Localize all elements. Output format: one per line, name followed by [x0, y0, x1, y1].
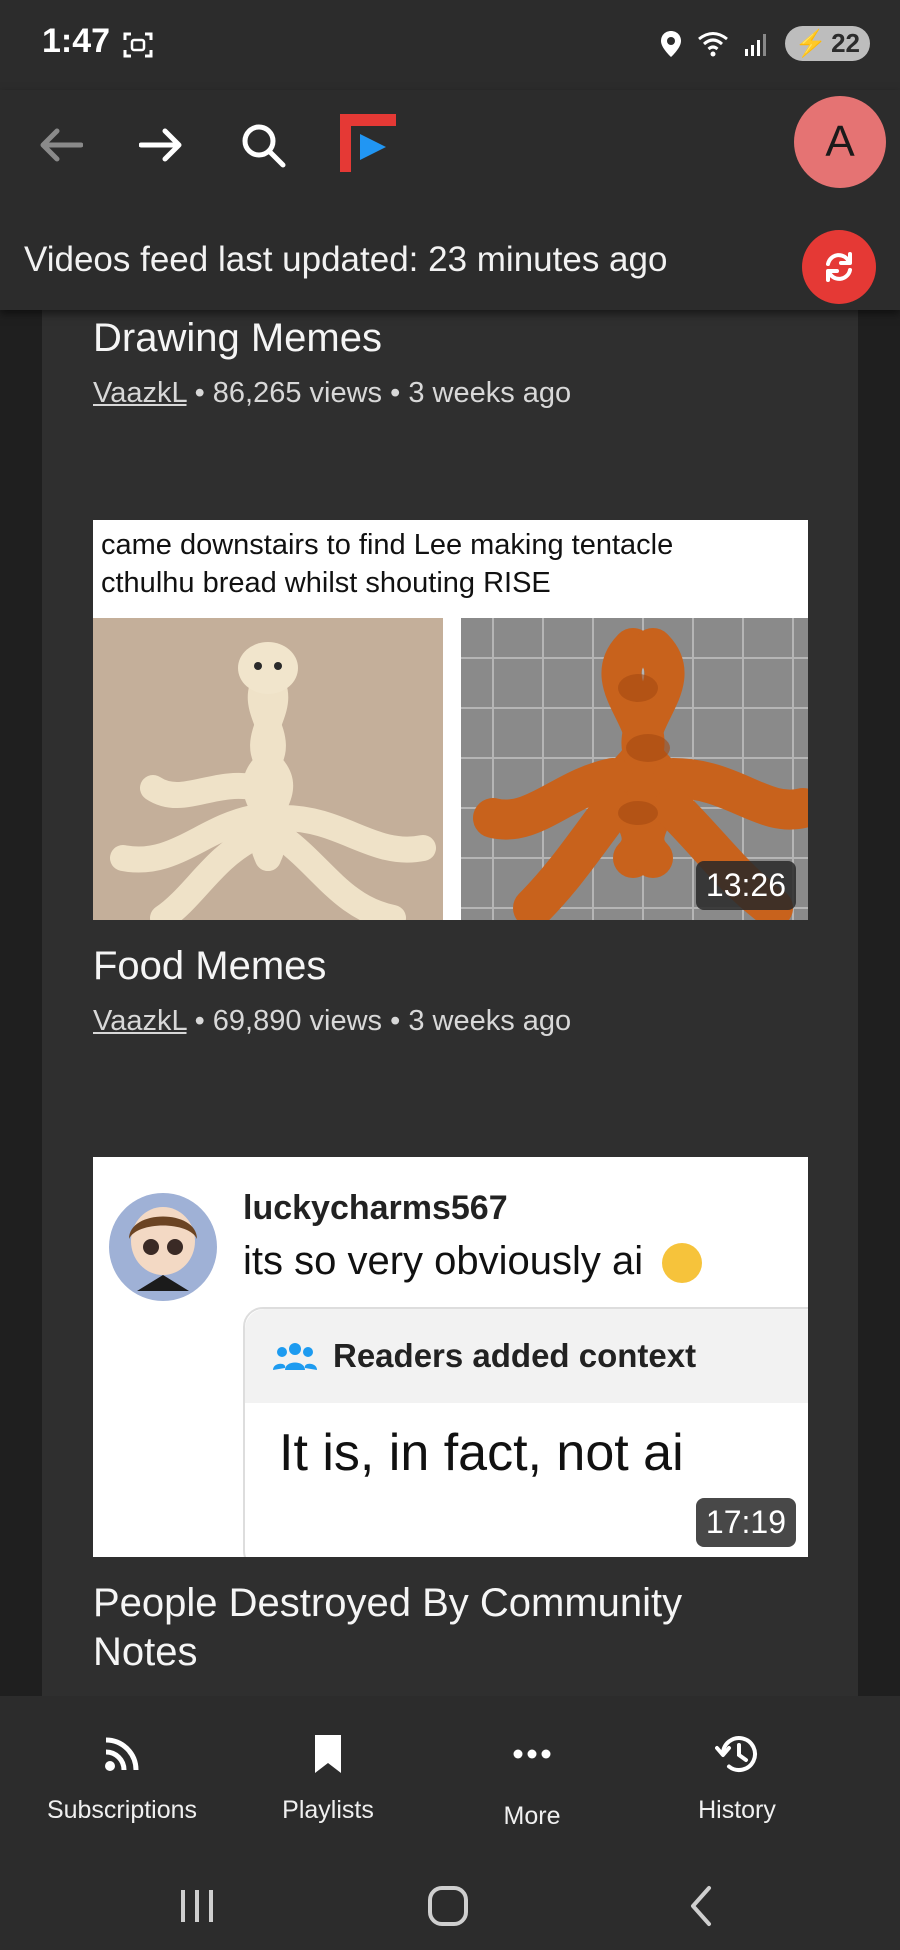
nav-history[interactable]: History	[637, 1726, 837, 1825]
nav-label: Playlists	[282, 1796, 374, 1824]
view-count: 86,265 views	[212, 377, 383, 409]
battery-indicator: ⚡ 22	[784, 26, 870, 61]
back-arrow-icon	[40, 128, 83, 162]
nav-label: More	[503, 1802, 561, 1830]
bottom-navigation: Subscriptions Playlists More History	[0, 1696, 900, 1950]
video-meta: VaazkL • 69,890 views • 3 weeks ago	[93, 1005, 809, 1038]
forward-button[interactable]	[127, 110, 197, 180]
nav-label: History	[698, 1796, 776, 1824]
video-duration: 13:26	[695, 861, 796, 910]
refresh-button[interactable]	[802, 230, 876, 304]
video-title-line: Notes	[93, 1630, 198, 1674]
user-avatar-image	[109, 1193, 217, 1301]
video-feed[interactable]: Drawing Memes VaazkL • 86,265 views • 3 …	[42, 310, 858, 1696]
status-time: 1:47	[42, 22, 111, 60]
meta-separator: •	[194, 1005, 205, 1037]
community-note-label: Readers added context	[333, 1337, 697, 1374]
video-title[interactable]: Drawing Memes	[93, 314, 809, 363]
post-text-content: its so very obviously ai	[243, 1239, 644, 1283]
wifi-icon	[697, 31, 728, 56]
forward-arrow-icon	[139, 128, 182, 162]
community-note-header: Readers added context	[245, 1309, 808, 1403]
app-bar: A Videos feed last updated: 23 minutes a…	[0, 90, 900, 310]
video-title[interactable]: People Destroyed By Community Notes	[93, 1579, 809, 1677]
video-thumbnail[interactable]: luckycharms567 its so very obviously ai …	[93, 1157, 808, 1557]
feed-update-status: Videos feed last updated: 23 minutes ago	[24, 240, 668, 279]
screenshot-icon	[123, 32, 153, 58]
video-title-line: People Destroyed By Community	[93, 1581, 683, 1625]
recent-apps-button[interactable]	[157, 1876, 237, 1936]
more-dots-icon	[513, 1749, 551, 1759]
nav-icon-wrap	[637, 1726, 837, 1782]
people-icon	[273, 1343, 317, 1370]
video-meta: VaazkL • 86,265 views • 3 weeks ago	[93, 377, 809, 410]
meta-separator: •	[194, 377, 205, 409]
post-text: its so very obviously ai	[243, 1239, 703, 1284]
post-username: luckycharms567	[243, 1189, 508, 1227]
charging-icon: ⚡	[794, 28, 828, 58]
nav-icon-wrap	[432, 1726, 632, 1782]
account-avatar[interactable]: A	[794, 96, 886, 188]
nav-more[interactable]: More	[432, 1726, 632, 1831]
channel-link[interactable]: VaazkL	[93, 1005, 187, 1037]
nav-subscriptions[interactable]: Subscriptions	[22, 1726, 222, 1825]
history-icon	[715, 1736, 757, 1772]
meta-separator: •	[390, 1005, 401, 1037]
video-item[interactable]: came downstairs to find Lee making tenta…	[93, 520, 809, 1038]
video-item[interactable]: luckycharms567 its so very obviously ai …	[93, 1157, 809, 1677]
search-button[interactable]	[228, 110, 298, 180]
video-thumbnail[interactable]: came downstairs to find Lee making tenta…	[93, 520, 808, 920]
thumbnail-caption-line: came downstairs to find Lee making tenta…	[101, 529, 674, 561]
battery-level: 22	[831, 28, 860, 58]
app-logo-icon	[340, 114, 396, 172]
crying-emoji-icon	[662, 1243, 703, 1284]
thumbnail-caption: came downstairs to find Lee making tenta…	[93, 520, 808, 618]
status-icons: ⚡ 22	[659, 26, 870, 61]
location-icon	[660, 30, 681, 57]
thumbnail-caption-line: cthulhu bread whilst shouting RISE	[101, 567, 551, 599]
system-back-button[interactable]	[660, 1876, 740, 1936]
home-button[interactable]	[408, 1876, 488, 1936]
app-logo[interactable]	[334, 108, 404, 178]
community-note-text: It is, in fact, not ai	[279, 1424, 684, 1482]
nav-playlists[interactable]: Playlists	[228, 1726, 428, 1825]
meta-separator: •	[390, 377, 401, 409]
search-icon	[242, 124, 286, 168]
nav-icon-wrap	[228, 1726, 428, 1782]
refresh-icon	[826, 252, 852, 282]
upload-age: 3 weeks ago	[408, 377, 572, 409]
video-duration: 17:19	[695, 1498, 796, 1547]
rss-icon	[105, 1737, 139, 1771]
upload-age: 3 weeks ago	[408, 1005, 572, 1037]
nav-icon-wrap	[22, 1726, 222, 1782]
system-back-icon	[691, 1886, 711, 1926]
video-title[interactable]: Food Memes	[93, 942, 809, 991]
signal-icon	[744, 33, 766, 56]
home-icon	[428, 1886, 468, 1926]
back-button[interactable]	[25, 110, 95, 180]
video-item[interactable]: Drawing Memes VaazkL • 86,265 views • 3 …	[93, 314, 809, 410]
bookmark-icon	[315, 1735, 341, 1773]
recent-apps-icon	[181, 1890, 213, 1922]
channel-link[interactable]: VaazkL	[93, 377, 187, 409]
status-bar: 1:47 ⚡ 22	[0, 0, 900, 90]
view-count: 69,890 views	[212, 1005, 383, 1037]
nav-label: Subscriptions	[46, 1796, 198, 1824]
